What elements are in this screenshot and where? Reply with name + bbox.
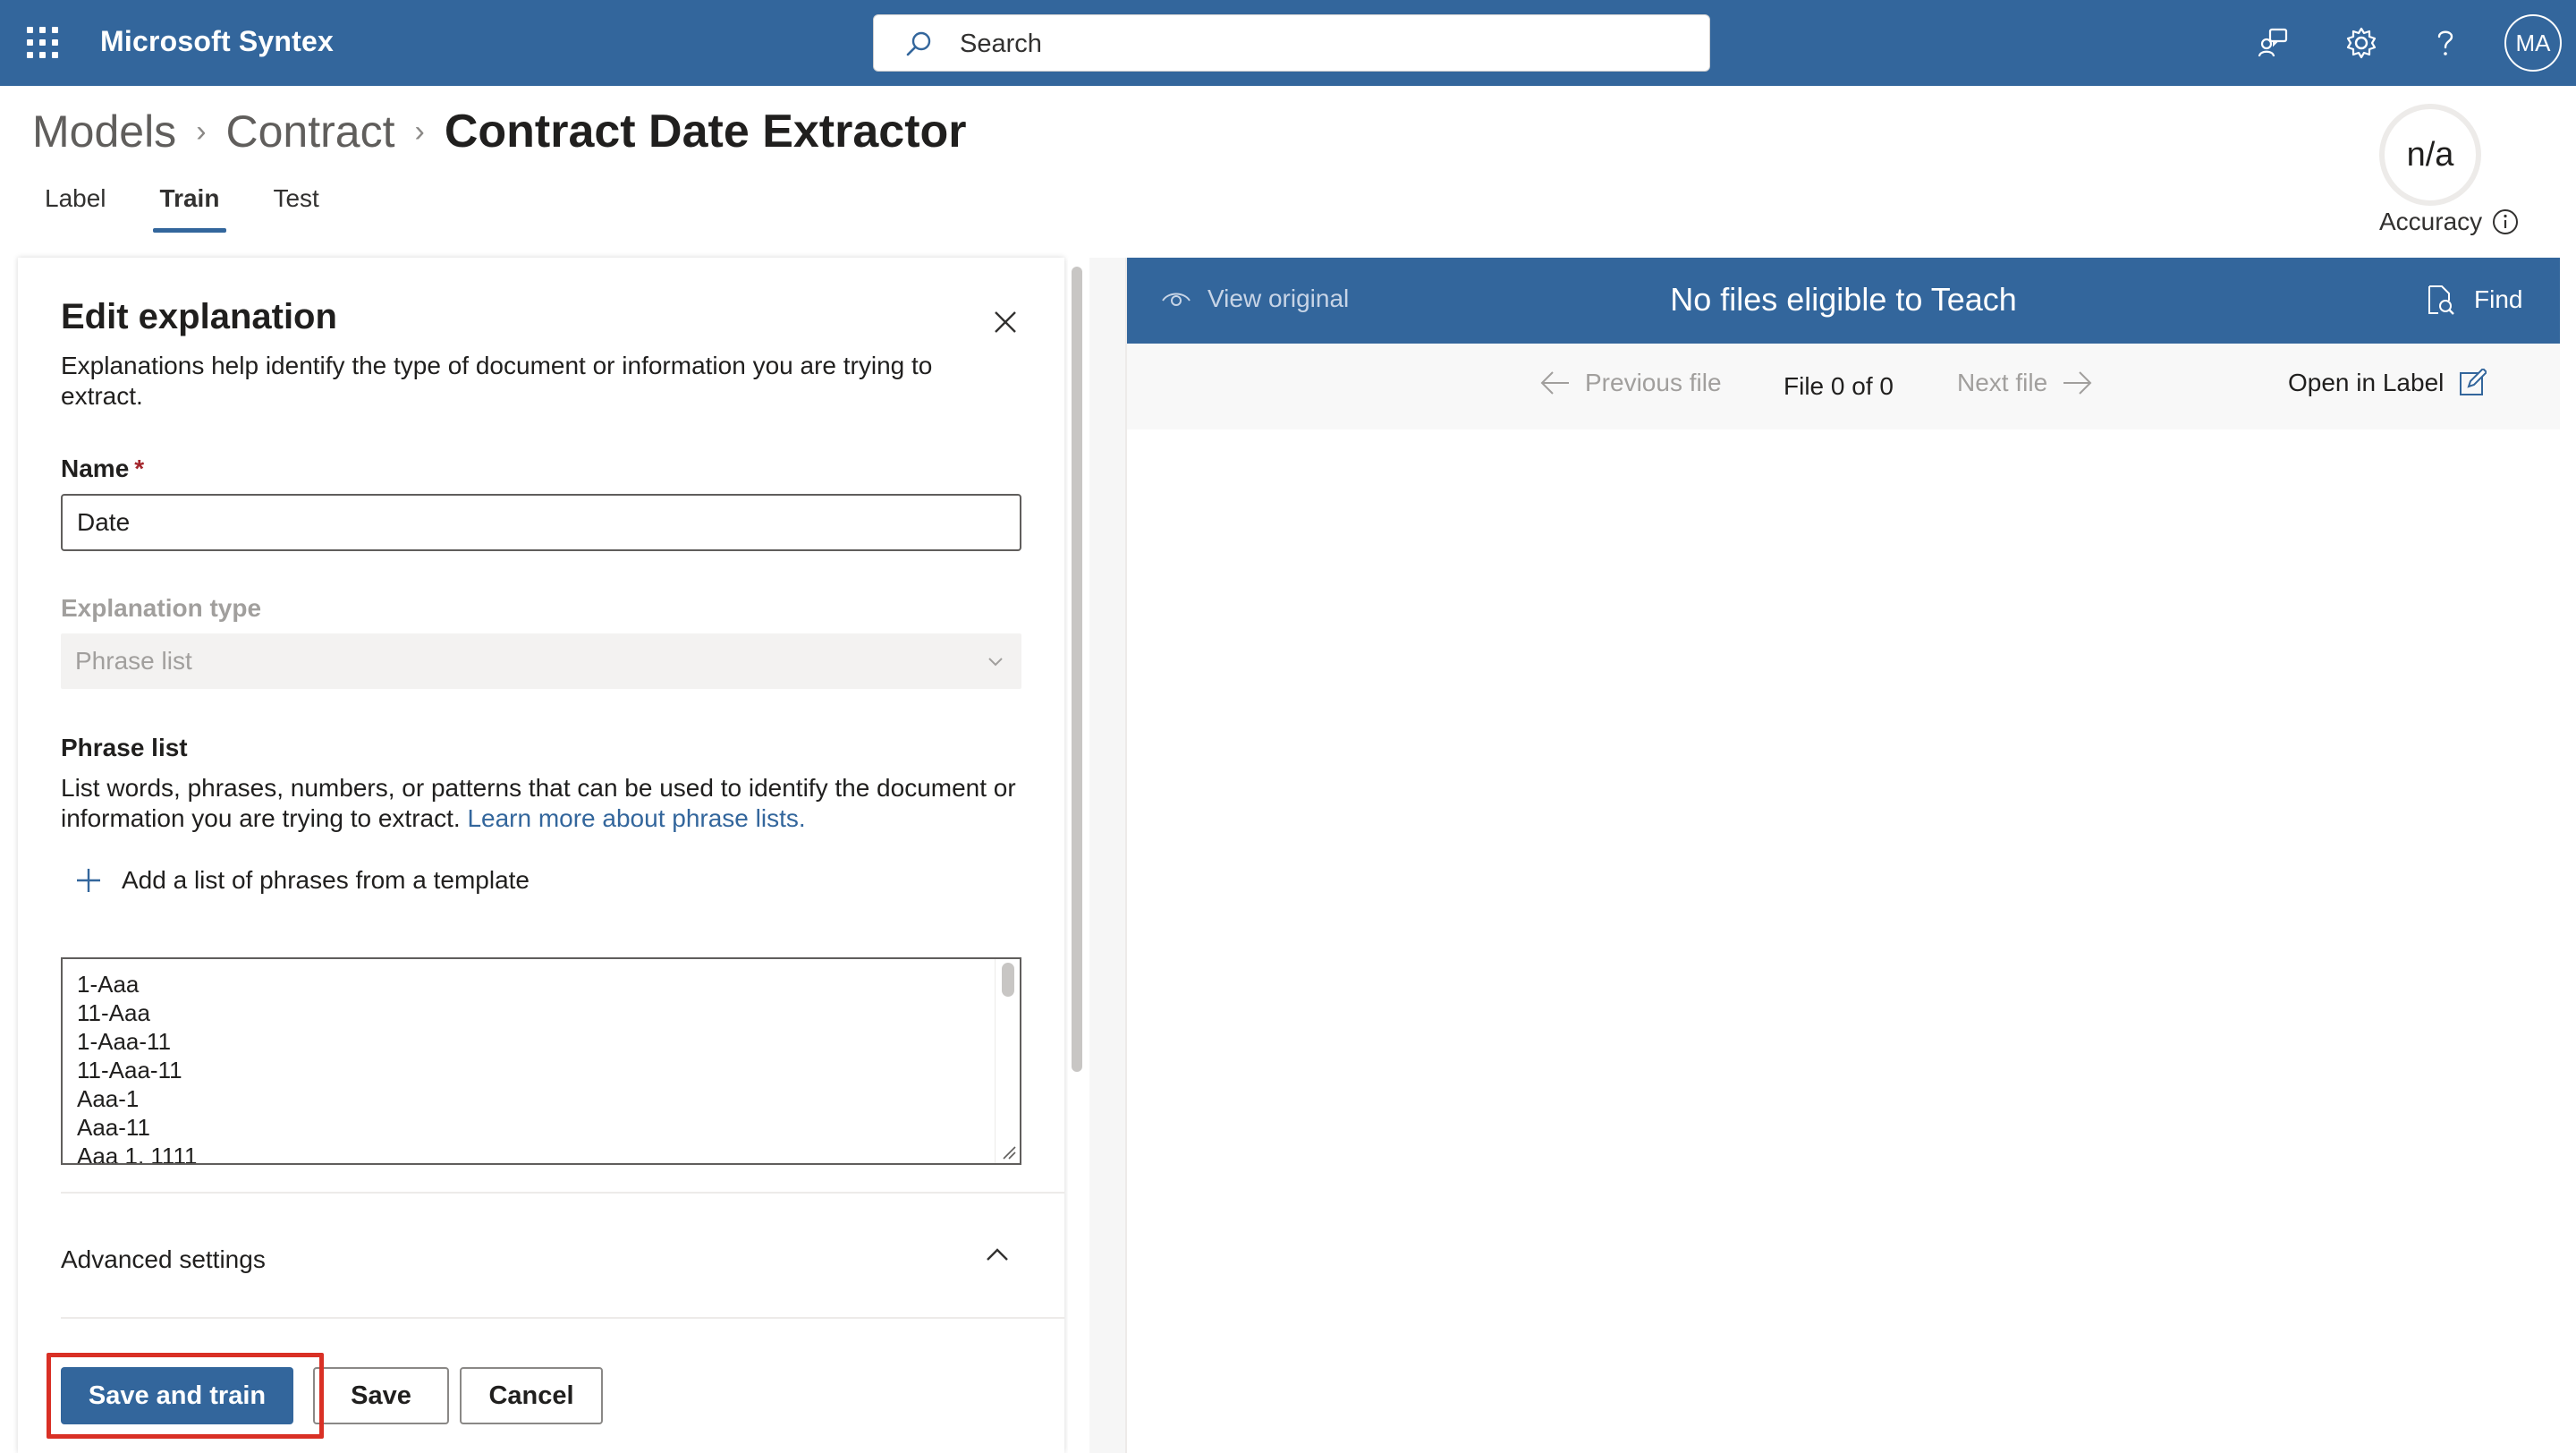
previous-file-label: Previous file [1585,369,1722,396]
tab-test[interactable]: Test [273,184,318,233]
edit-explanation-panel: Edit explanation Explanations help ident… [18,258,1064,1453]
required-marker: * [134,455,145,482]
arrow-right-icon [2063,371,2092,395]
document-viewer [1127,429,2560,1453]
phrase-item: 11-Aaa-11 [77,1057,182,1083]
divider [61,1317,1064,1319]
chevron-right-icon: › [196,114,207,149]
panel-gutter [1089,258,1125,1453]
open-in-label-button[interactable]: Open in Label [2288,369,2487,397]
phrase-scrollbar[interactable] [995,959,1020,1163]
next-file-button[interactable]: Next file [1957,369,2094,397]
chevron-right-icon: › [414,114,425,149]
phrase-lines: 1-Aaa 11-Aaa 1-Aaa-11 11-Aaa-11 Aaa-1 Aa… [77,970,198,1165]
phrase-item: Aaa 1, 1111 [77,1143,198,1165]
save-button[interactable]: Save [313,1367,449,1424]
panel-scroll-thumb[interactable] [1072,267,1082,1072]
accuracy-label-row: Accuracy [2379,208,2520,236]
search-icon [906,31,931,56]
phrase-list-textarea[interactable]: 1-Aaa 11-Aaa 1-Aaa-11 11-Aaa-11 Aaa-1 Aa… [61,957,1021,1165]
panel-description: Explanations help identify the type of d… [61,352,933,410]
name-field-label: Name * [61,455,144,483]
find-button[interactable]: Find [2426,283,2522,317]
app-name[interactable]: Microsoft Syntex [100,25,334,58]
edit-icon [2460,369,2487,395]
explanation-type-select: Phrase list [61,633,1021,689]
chevron-down-icon [988,658,1003,667]
learn-more-link[interactable]: Learn more about phrase lists. [467,804,805,832]
file-count: File 0 of 0 [1784,372,1894,400]
help-icon[interactable] [2424,21,2467,64]
close-icon[interactable] [987,304,1023,340]
plus-icon [77,869,100,892]
accuracy-value: n/a [2379,104,2481,206]
panel-scrollbar[interactable] [1068,258,1089,1453]
resize-grip-icon[interactable] [1000,1143,1016,1160]
waffle-icon[interactable] [27,27,59,59]
suite-bar: Microsoft Syntex MA [0,0,2576,86]
previous-file-button[interactable]: Previous file [1538,369,1722,397]
panel-title: Edit explanation [61,297,337,336]
phrase-list-description: List words, phrases, numbers, or pattern… [61,773,1027,834]
breadcrumb-contract[interactable]: Contract [226,106,395,157]
file-navigation: Previous file File 0 of 0 Next file Open… [1127,344,2560,429]
name-label: Name [61,455,130,482]
accuracy-label: Accuracy [2379,208,2483,235]
chevron-up-icon[interactable] [982,1240,1013,1270]
tab-train[interactable]: Train [152,184,227,233]
page-title: Contract Date Extractor [444,106,967,157]
feedback-icon[interactable] [2252,21,2295,64]
arrow-left-icon [1540,371,1569,395]
model-tabs: Label Train Test [45,184,373,233]
avatar[interactable]: MA [2504,14,2562,72]
tab-label[interactable]: Label [45,184,106,233]
add-template-button[interactable]: Add a list of phrases from a template [75,866,530,895]
explanation-type-value: Phrase list [75,647,192,675]
advanced-settings-toggle[interactable]: Advanced settings [61,1245,266,1274]
phrase-item: 1-Aaa-11 [77,1028,172,1055]
search-box[interactable] [873,14,1710,72]
cancel-button[interactable]: Cancel [460,1367,603,1424]
phrase-item: 11-Aaa [77,999,150,1026]
search-input[interactable] [960,26,1675,62]
explanation-type-label: Explanation type [61,594,262,622]
viewer-status: No files eligible to Teach [1670,281,2017,318]
save-and-train-button[interactable]: Save and train [61,1367,293,1424]
breadcrumb: Models › Contract › Contract Date Extrac… [32,100,967,163]
divider [61,1192,1064,1194]
find-document-icon [2428,285,2454,315]
info-icon[interactable] [2491,208,2520,236]
phrase-scroll-thumb[interactable] [1002,963,1014,997]
next-file-label: Next file [1957,369,2048,396]
open-in-label-text: Open in Label [2288,369,2445,396]
phrase-item: Aaa-1 [77,1085,140,1112]
phrase-item: 1-Aaa [77,971,140,998]
footer-buttons: Save and train Save Cancel [61,1367,603,1424]
name-input[interactable] [61,494,1021,551]
phrase-item: Aaa-11 [77,1114,150,1141]
phrase-list-label: Phrase list [61,734,188,761]
gear-icon[interactable] [2340,21,2383,64]
breadcrumb-models[interactable]: Models [32,106,176,157]
add-template-label: Add a list of phrases from a template [122,866,530,894]
find-label: Find [2474,285,2523,313]
viewer-header: View original No files eligible to Teach… [1127,258,2560,344]
